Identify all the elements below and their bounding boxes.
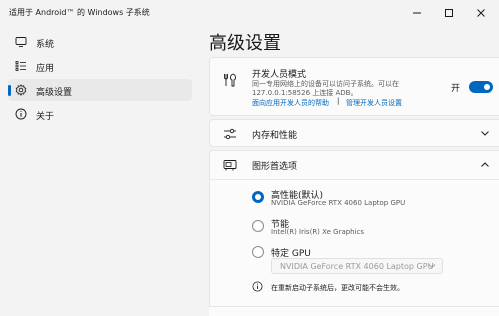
app-list-icon [15, 61, 26, 71]
window-title: 适用于 Android™ 的 Windows 子系统 [9, 8, 150, 17]
monitor-icon [15, 37, 27, 47]
divider [210, 179, 499, 180]
developer-mode-adb-address: 127.0.0.1:58526 上连接 ADB。 [252, 89, 358, 97]
selection-indicator [8, 85, 11, 96]
developer-mode-card: 开发人员模式 同一专用网络上的设备可以访问子系统。可以在 127.0.0.1:5… [209, 57, 499, 116]
link-separator: | [337, 97, 340, 105]
graphics-preferences-header[interactable]: 图形首选项 [210, 151, 499, 179]
gear-icon [15, 84, 27, 96]
developer-mode-toggle[interactable] [469, 81, 493, 93]
radio-button[interactable] [252, 191, 264, 203]
gpu-option-high-performance[interactable]: 高性能(默认) NVIDIA GeForce RTX 4060 Laptop G… [210, 187, 499, 211]
sidebar-item-about[interactable]: 关于 [8, 103, 192, 125]
gpu-option-device: Intel(R) Iris(R) Xe Graphics [271, 228, 365, 236]
gpu-select-dropdown[interactable]: NVIDIA GeForce RTX 4060 Laptop GPU [271, 258, 443, 274]
gpu-option-power-saving[interactable]: 节能 Intel(R) Iris(R) Xe Graphics [210, 216, 499, 240]
minimize-button[interactable] [402, 0, 432, 26]
gpu-option-device: NVIDIA GeForce RTX 4060 Laptop GPU [271, 199, 406, 207]
info-icon [252, 281, 263, 292]
maximize-button[interactable] [434, 0, 464, 26]
close-icon [477, 9, 485, 17]
graphics-card-icon [223, 160, 237, 171]
sidebar-item-label: 高级设置 [36, 88, 73, 98]
chevron-down-icon[interactable] [480, 130, 490, 137]
chevron-down-icon [428, 264, 436, 269]
maximize-icon [445, 9, 453, 17]
sidebar-item-label: 系统 [36, 40, 55, 50]
restart-note: 在重新启动子系统后，更改可能不会生效。 [271, 284, 404, 292]
next-settings-card [209, 306, 499, 316]
close-button[interactable] [466, 0, 496, 26]
toggle-state-label: 开 [451, 84, 461, 94]
toggle-knob [484, 84, 490, 90]
memory-performance-card[interactable]: 内存和性能 [209, 119, 499, 147]
gpu-select-value: NVIDIA GeForce RTX 4060 Laptop GPU [280, 262, 434, 271]
sliders-icon [224, 128, 236, 140]
developer-help-link[interactable]: 面向应用开发人员的帮助 [252, 98, 329, 108]
minimize-icon [413, 12, 421, 14]
page-title: 高级设置 [209, 33, 281, 54]
title-bar: 适用于 Android™ 的 Windows 子系统 [0, 0, 499, 26]
radio-button[interactable] [252, 246, 264, 258]
sidebar-item-label: 应用 [36, 64, 55, 74]
developer-tools-icon [224, 73, 236, 87]
manage-developer-settings-link[interactable]: 管理开发人员设置 [346, 98, 402, 108]
radio-button[interactable] [252, 220, 264, 232]
info-icon [15, 108, 27, 120]
sidebar-item-label: 关于 [36, 112, 55, 122]
chevron-up-icon[interactable] [480, 161, 490, 168]
gpu-option-specific[interactable]: 特定 GPU [210, 245, 499, 259]
sidebar-item-advanced-settings[interactable]: 高级设置 [8, 79, 192, 101]
memory-performance-title: 内存和性能 [252, 131, 298, 141]
graphics-preferences-title: 图形首选项 [252, 162, 298, 172]
sidebar-item-apps[interactable]: 应用 [8, 55, 192, 77]
graphics-preferences-card: 图形首选项 高性能(默认) NVIDIA GeForce RTX 4060 La… [209, 150, 499, 316]
sidebar-item-system[interactable]: 系统 [8, 31, 192, 53]
